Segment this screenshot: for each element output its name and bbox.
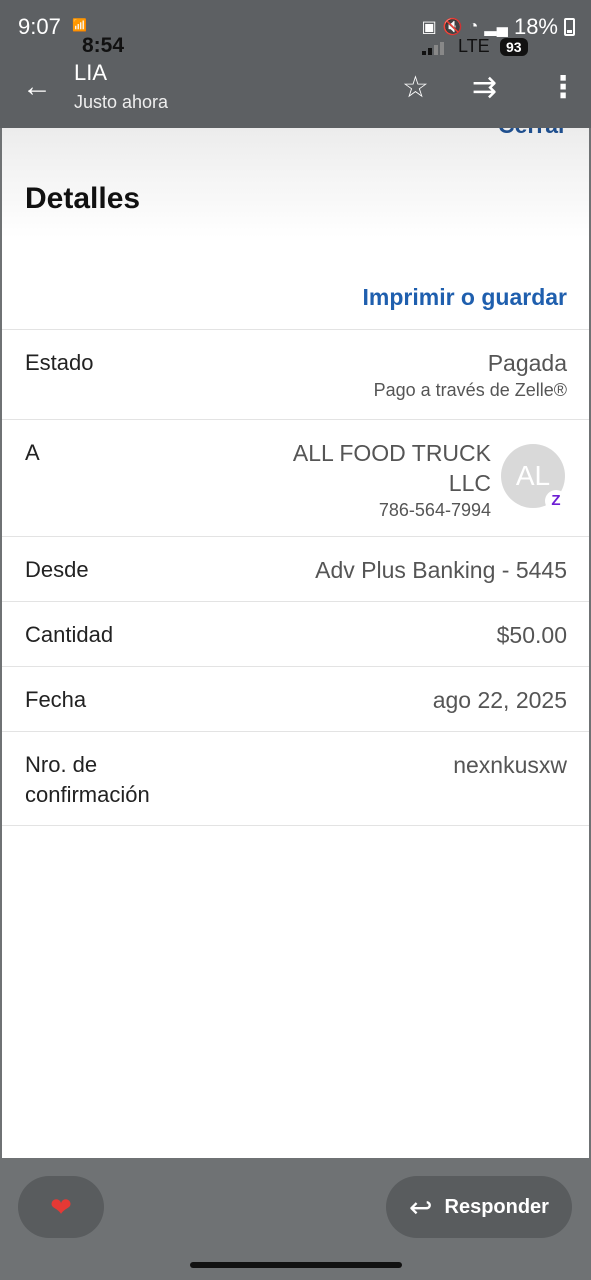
confirmation-label-line2: confirmación [25,782,150,807]
recipient-name-line1: ALL FOOD TRUCK [292,440,491,466]
star-icon[interactable]: ☆ [402,70,429,105]
reply-button[interactable]: ↩ Responder [386,1176,572,1238]
date-value: ago 22, 2025 [432,687,567,713]
bottom-action-bar: ❤ ↩ Responder [0,1158,591,1280]
details-header: Cerrar Detalles [2,128,589,238]
page-title: Detalles [25,182,141,215]
recipient-phone: 786-564-7994 [378,500,491,520]
home-indicator[interactable] [190,1262,402,1268]
inner-network: LTE [458,36,490,56]
back-arrow-icon[interactable]: ← [22,70,52,104]
inner-time: 8:54 [82,34,125,57]
amount-value: $50.00 [496,622,567,648]
email-body: Cerrar Detalles Imprimir o guardar Estad… [2,128,589,1158]
status-row: Estado Pagada Pago a través de Zelle® [2,330,589,420]
confirmation-number: nexnkusxw [453,752,567,778]
print-row: Imprimir o guardar [2,238,589,330]
recipient-label: A [25,440,40,465]
inner-signal-icon [422,42,444,55]
amount-row: Cantidad $50.00 [2,602,589,667]
status-label: Estado [25,350,94,375]
recipient-row: A ALL FOOD TRUCK LLC 786-564-7994 AL Z [2,420,589,537]
from-label: Desde [25,557,89,582]
payment-method: Pago a través de Zelle® [373,380,567,400]
date-label: Fecha [25,687,87,712]
status-value: Pagada [487,350,567,376]
inner-battery: 93 [500,38,528,56]
heart-icon: ❤ [50,1192,72,1222]
reply-label: Responder [444,1195,549,1218]
confirmation-label-line1: Nro. de [25,752,98,777]
print-or-save-link[interactable]: Imprimir o guardar [363,284,567,311]
from-account: Adv Plus Banking - 5445 [315,557,567,583]
more-options-icon[interactable]: ⋮ [548,70,578,105]
confirmation-row: Nro. de confirmación nexnkusxw [2,732,589,826]
close-button[interactable]: Cerrar [498,128,567,139]
reply-arrow-icon: ↩ [409,1191,433,1223]
forward-icon[interactable]: ⇉ [472,70,497,105]
from-row: Desde Adv Plus Banking - 5445 [2,537,589,602]
recipient-name-line2: LLC [448,470,491,496]
received-time: Justo ahora [74,92,169,112]
app-header: 9:07 📶 ▣ 🔇 ◔ ▂▄ 18% 8:54 LTE 93 ← LIA Ju… [0,0,591,128]
inner-screenshot-status: 8:54 LTE 93 [0,30,591,58]
sender-name: LIA [74,60,108,85]
amount-label: Cantidad [25,622,114,647]
date-row: Fecha ago 22, 2025 [2,667,589,732]
react-button[interactable]: ❤ [18,1176,104,1238]
email-toolbar: ← LIA Justo ahora ☆ ⇉ ⋮ [0,56,591,128]
zelle-badge-icon: Z [545,490,567,512]
